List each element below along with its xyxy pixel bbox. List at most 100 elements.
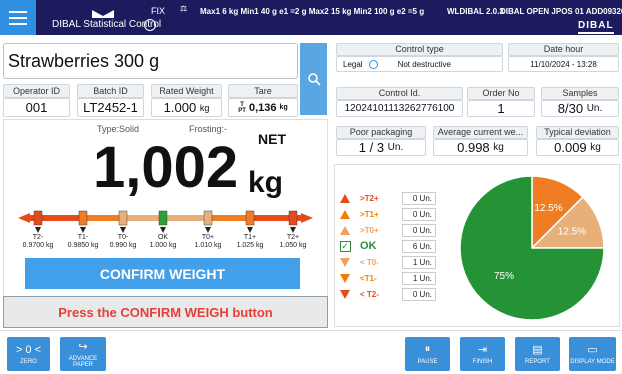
search-icon — [307, 73, 321, 86]
samples-unit: Un. — [586, 103, 603, 114]
tare-prefix-pt: PT — [238, 107, 246, 114]
stats-label: < T0- — [360, 257, 379, 267]
operator-id-label: Operator ID — [3, 84, 70, 98]
display-mode-button[interactable]: ▭ DISPLAY MODE — [569, 337, 616, 371]
tolerance-label: OK 1.000 kg — [141, 234, 185, 250]
stats-row: < T0- 1 Un. — [338, 254, 448, 270]
finish-button[interactable]: ⇥ FINISH — [460, 337, 505, 371]
stats-label: OK — [360, 240, 377, 252]
tolerance-name: T0- — [117, 234, 129, 241]
scale-marker — [33, 210, 43, 226]
tolerance-name: T0+ — [201, 234, 215, 241]
batch-id-value[interactable]: LT2452-1 — [77, 98, 144, 117]
down-triangle-icon — [338, 257, 352, 267]
scale-pointer — [80, 227, 86, 233]
menu-button[interactable] — [0, 0, 36, 35]
report-icon: ▤ — [532, 344, 543, 356]
control-id-label: Control Id. — [336, 87, 463, 100]
order-no-value: 1 — [467, 100, 535, 117]
scale-segment — [38, 215, 83, 221]
stats-row: >T2+ 0 Un. — [338, 190, 448, 206]
scale-marker — [203, 210, 213, 226]
wifi-icon — [144, 19, 156, 31]
tare-number: 0,136 — [248, 101, 277, 114]
tolerance-label: T0- 0.990 kg — [101, 234, 145, 250]
tare-unit: kg — [279, 104, 288, 111]
stats-label: >T0+ — [360, 225, 379, 235]
control-type-value[interactable]: Legal Not destructive — [336, 56, 503, 72]
poor-packaging-value: 1 / 3 Un. — [336, 139, 426, 156]
tolerance-name: T1- — [77, 234, 89, 241]
zero-icon: > 0 < — [15, 343, 42, 356]
tolerance-label: T0+ 1.010 kg — [186, 234, 230, 250]
tolerance-value: 1.050 kg — [279, 242, 307, 249]
check-icon: ✓ — [339, 240, 351, 252]
up-triangle-icon — [338, 209, 352, 219]
scale-pointer — [247, 227, 253, 233]
typical-deviation-label: Typical deviation — [536, 126, 619, 139]
stats-label: >T1+ — [360, 209, 379, 219]
zero-button[interactable]: > 0 < ZERO — [7, 337, 50, 371]
legal-label: Legal — [343, 59, 363, 69]
tolerance-label: T2+ 1.050 kg — [271, 234, 315, 250]
pie-label: 12.5% — [534, 203, 562, 214]
up-triangle-icon — [338, 225, 352, 235]
tolerance-name: T2- — [32, 234, 44, 241]
scale-pointer — [35, 227, 41, 233]
scale-pointer — [120, 227, 126, 233]
search-button[interactable] — [300, 43, 327, 115]
destructive-text: Not destructive — [397, 59, 451, 69]
zero-label: ZERO — [20, 358, 37, 365]
product-name[interactable]: Strawberries 300 g — [3, 43, 298, 79]
report-label: REPORT — [525, 359, 550, 365]
wifi-small-icon — [368, 59, 378, 69]
stats-label: >T2+ — [360, 193, 379, 203]
samples-label: Samples — [541, 87, 619, 100]
tolerance-label: T2- 0.9700 kg — [16, 234, 60, 250]
pause-icon: ⏸ — [424, 343, 431, 355]
scale-left-arrow — [18, 213, 30, 223]
down-triangle-icon — [338, 273, 352, 283]
scale-marker — [288, 210, 298, 226]
rated-weight-unit: kg — [199, 102, 210, 113]
scale-marker — [245, 210, 255, 226]
poor-packaging-unit: Un. — [387, 142, 404, 153]
rated-weight-value[interactable]: 1.000 kg — [151, 98, 222, 117]
stats-count: 0 Un. — [402, 207, 436, 221]
up-triangle-icon — [338, 193, 352, 203]
average-weight-value: 0.998 kg — [433, 139, 528, 156]
tolerance-name: T2+ — [286, 234, 300, 241]
stats-count: 0 Un. — [402, 191, 436, 205]
finish-label: FINISH — [472, 359, 493, 365]
status-message: Press the CONFIRM WEIGH button — [3, 296, 328, 328]
pause-button[interactable]: ⏸ PAUSE — [405, 337, 450, 371]
average-weight-unit: kg — [493, 142, 504, 153]
tolerance-value: 0.9850 kg — [67, 242, 99, 249]
report-button[interactable]: ▤ REPORT — [515, 337, 560, 371]
weight-unit: kg — [248, 166, 284, 199]
confirm-weight-button[interactable]: CONFIRM WEIGHT — [25, 258, 300, 289]
dibal-logo: DIBAL — [578, 20, 614, 34]
pie-label: 75% — [494, 271, 514, 282]
advance-paper-label: ADVANCE PAPER — [68, 356, 98, 368]
scale-marker — [118, 210, 128, 226]
pause-label: PAUSE — [417, 359, 438, 365]
order-no-label: Order No — [467, 87, 535, 100]
tolerance-value: 0.990 kg — [109, 242, 137, 249]
scale-marker — [158, 210, 168, 226]
rated-weight-number: 1.000 — [163, 100, 197, 115]
advance-paper-button[interactable]: ↪ ADVANCE PAPER — [60, 337, 106, 371]
operator-id-value[interactable]: 001 — [3, 98, 70, 117]
stats-table: >T2+ 0 Un. >T1+ 0 Un. >T0+ 0 Un. ✓ OK 6 Un. < T0-… — [338, 190, 448, 310]
tare-label: Tare — [228, 84, 298, 98]
finish-icon: ⇥ — [477, 344, 488, 356]
tare-value[interactable]: T PT 0,136 kg — [228, 98, 298, 117]
top-bar: DIBAL Statistical Control FIX ⚖ Max1 6 k… — [0, 0, 622, 35]
scale-segment — [208, 215, 250, 221]
advance-paper-icon: ↪ — [78, 341, 88, 353]
poor-packaging-number: 1 / 3 — [358, 140, 385, 155]
stats-row: >T0+ 0 Un. — [338, 222, 448, 238]
version-label: WLDIBAL 2.0.3 — [447, 7, 504, 16]
scale-right-arrow — [301, 213, 313, 223]
scale-info: Max1 6 kg Min1 40 g e1 =2 g Max2 15 kg M… — [200, 7, 425, 16]
